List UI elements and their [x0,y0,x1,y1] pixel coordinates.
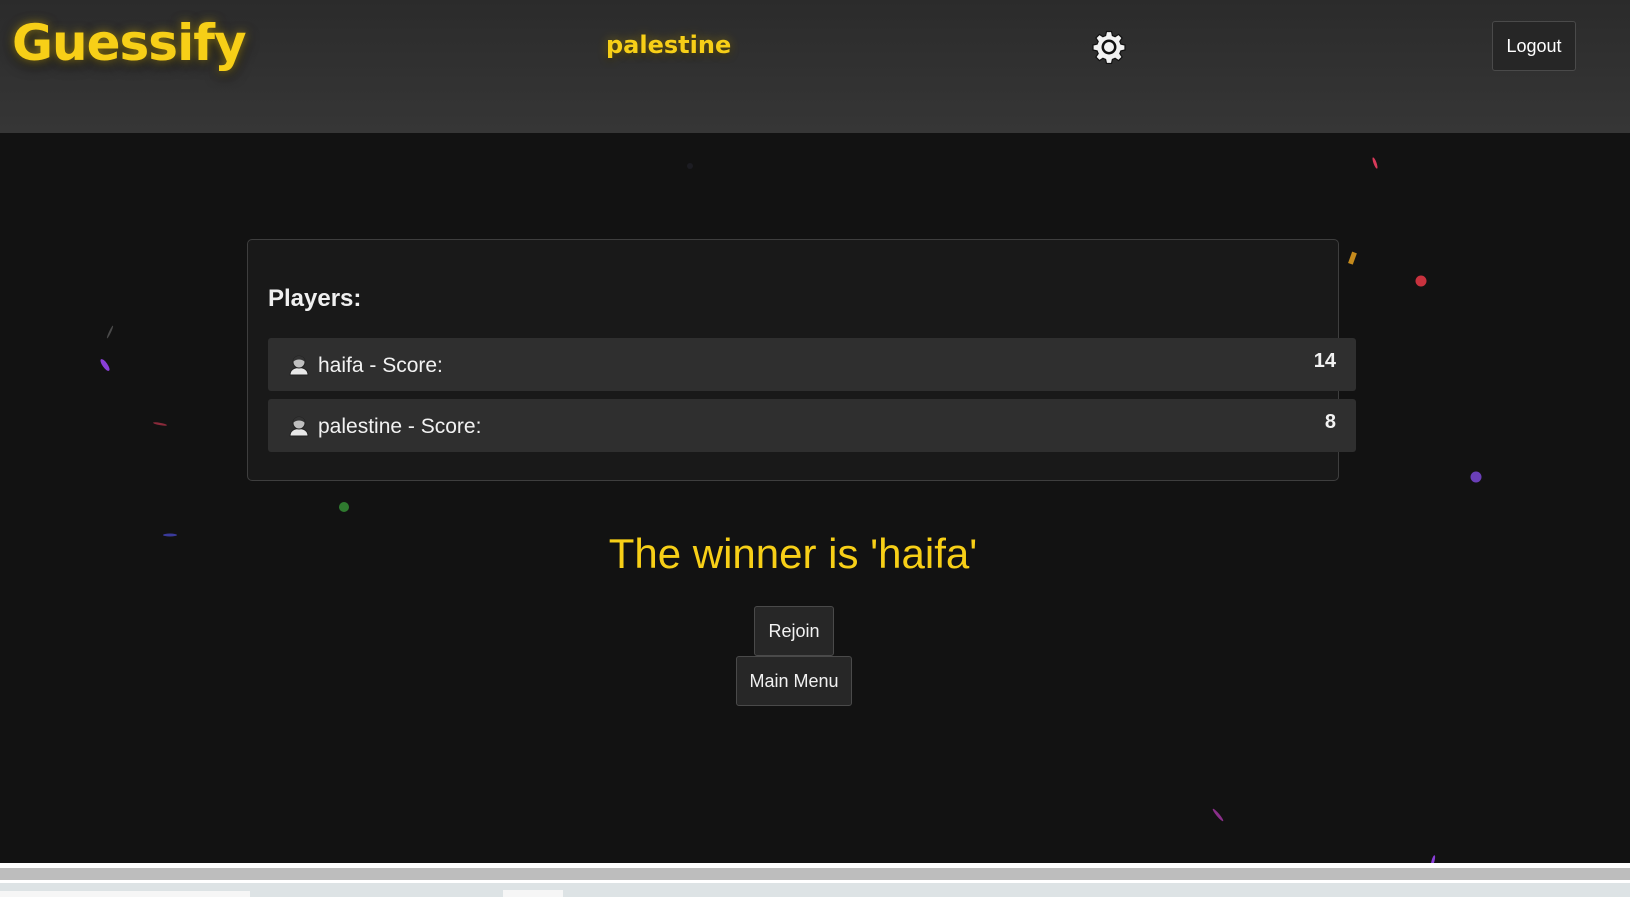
player-name: haifa - Score: [318,354,443,377]
rejoin-button[interactable]: Rejoin [754,606,834,656]
winner-announcement: The winner is 'haifa' [608,530,978,577]
current-username: palestine [606,31,732,59]
player-name: palestine - Score: [318,415,482,438]
game-over-screen: Guessify palestine Logout Players: haifa… [0,0,1630,897]
top-header: Guessify palestine Logout [0,0,1630,133]
players-panel: Players: haifa - Score: 14 palestine - S… [247,239,1356,481]
logout-button[interactable]: Logout [1492,21,1576,71]
players-heading: Players: [268,285,362,312]
horizontal-scrollbar[interactable] [0,868,1630,880]
taskbar-tab [0,891,250,897]
player-score: 14 [1313,350,1336,372]
bottom-scrollbar-area [0,863,1630,897]
user-avatar-icon [289,416,309,437]
user-avatar-icon [289,355,309,376]
player-row: palestine - Score: 8 [268,399,1356,452]
app-logo[interactable]: Guessify [12,14,247,72]
main-menu-button[interactable]: Main Menu [736,656,852,706]
player-score: 8 [1324,411,1336,433]
player-row: haifa - Score: 14 [268,338,1356,391]
taskbar-tab [503,890,563,897]
gear-icon[interactable] [1092,30,1126,64]
